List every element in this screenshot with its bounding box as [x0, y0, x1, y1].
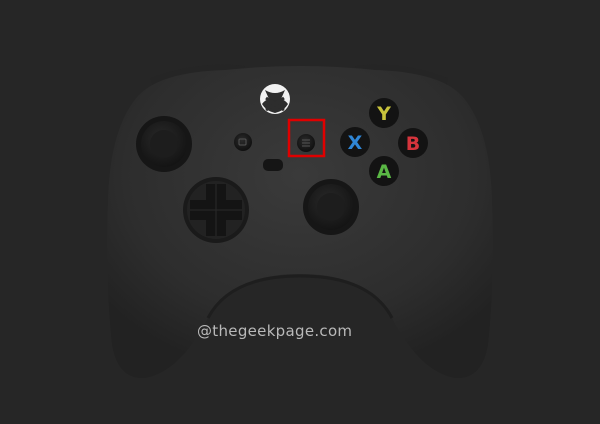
- view-button: [234, 133, 252, 151]
- face-button-a: A: [369, 156, 399, 186]
- controller-photo: Y X B A: [107, 64, 493, 379]
- face-button-y: Y: [369, 98, 399, 128]
- menu-button: [297, 134, 315, 152]
- right-thumbstick: [303, 179, 359, 235]
- left-thumbstick: [136, 116, 192, 172]
- svg-text:X: X: [348, 132, 363, 154]
- svg-text:B: B: [406, 133, 420, 155]
- face-button-b: B: [398, 128, 428, 158]
- xbox-logo-icon: [260, 84, 290, 114]
- d-pad: [183, 177, 249, 243]
- svg-text:Y: Y: [376, 103, 391, 125]
- svg-text:A: A: [377, 161, 392, 183]
- share-button: [263, 159, 283, 171]
- watermark: @thegeekpage.com: [197, 322, 353, 340]
- face-button-x: X: [340, 127, 370, 157]
